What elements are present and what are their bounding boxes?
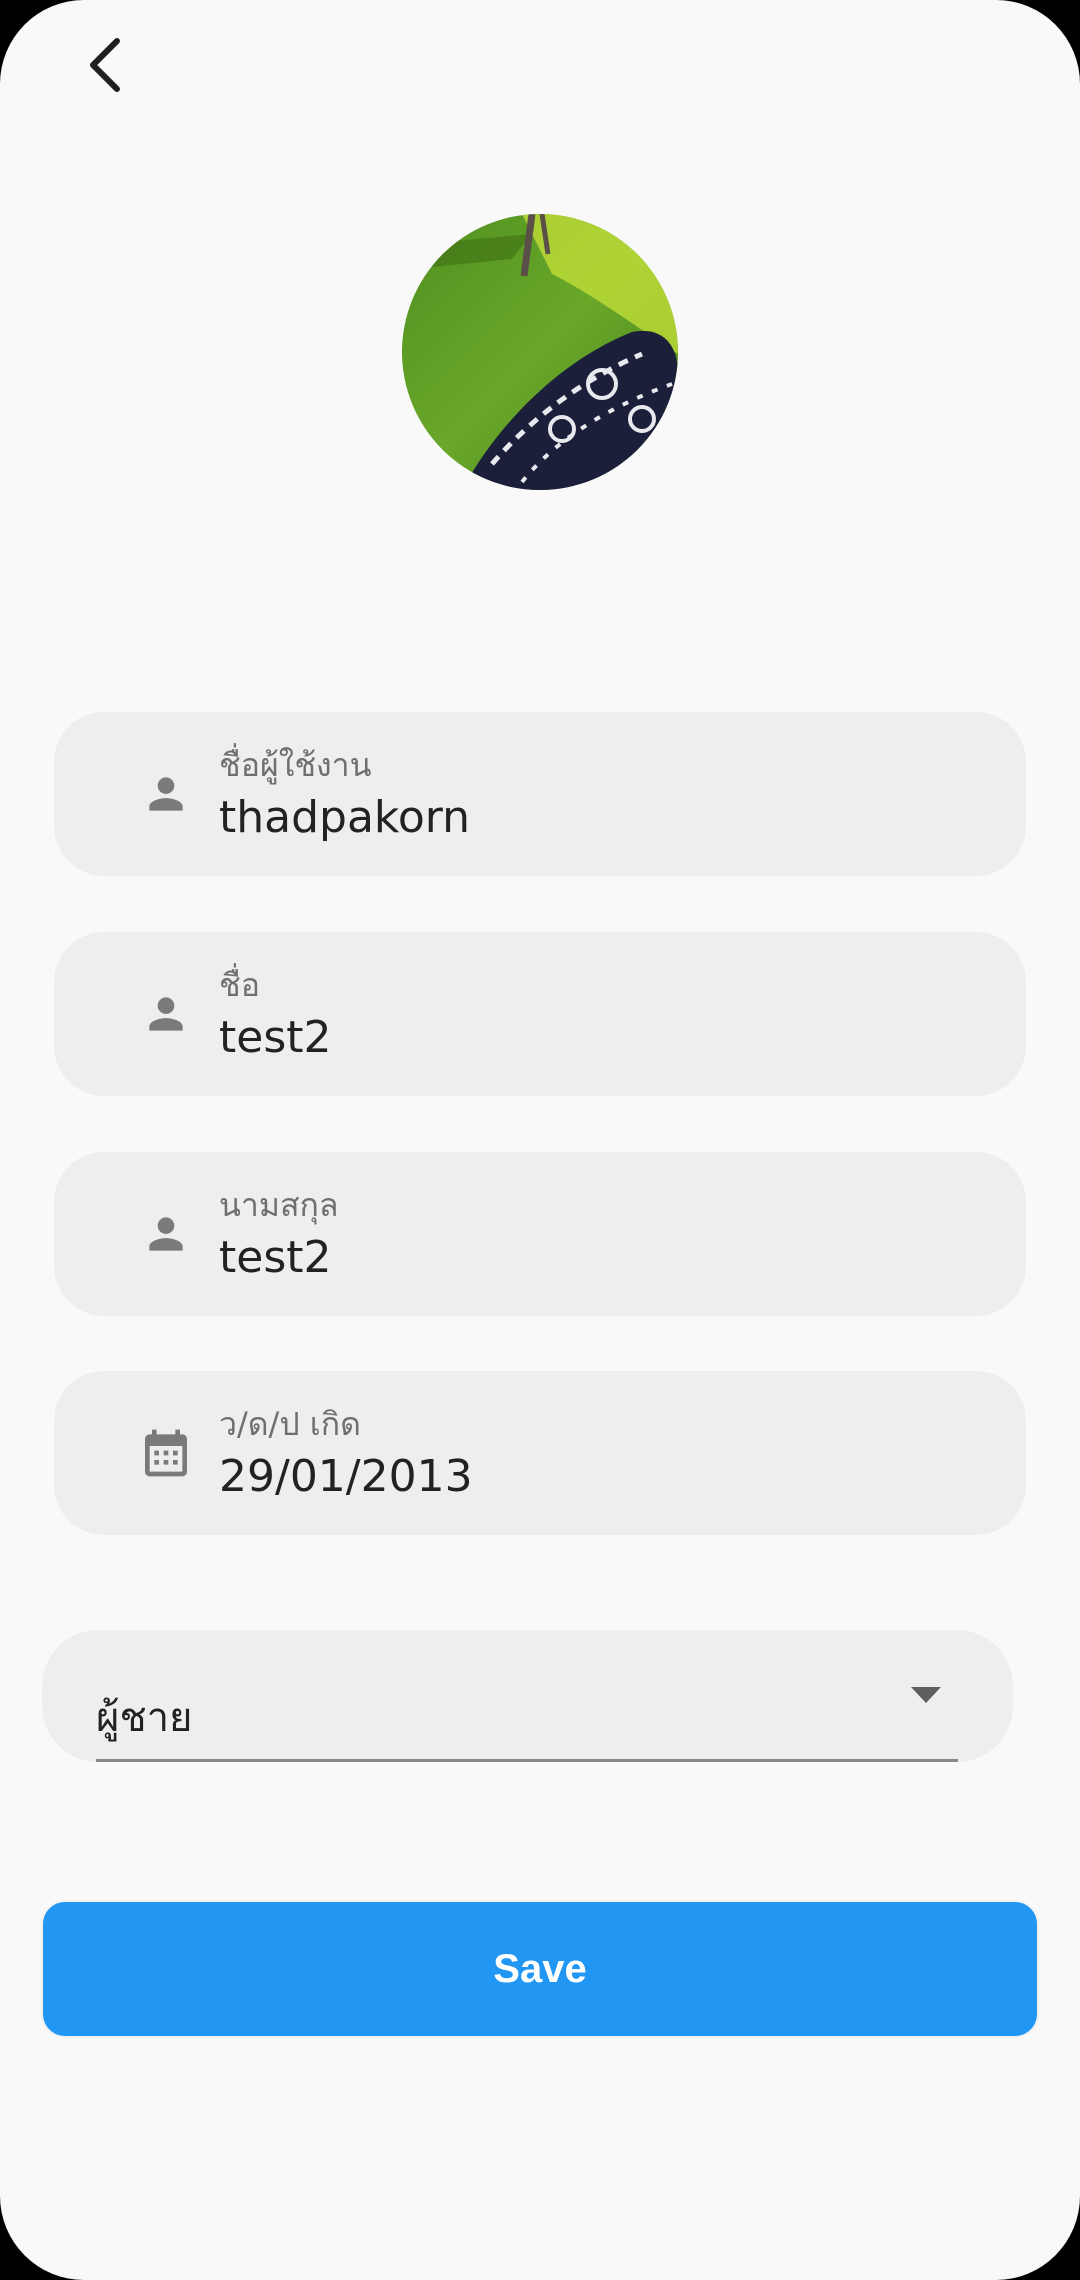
last-name-field[interactable]: นามสกุล test2 [54,1152,1026,1316]
gender-dropdown[interactable]: ผู้ชาย [42,1630,1013,1762]
birthdate-value[interactable]: 29/01/2013 [219,1451,473,1502]
username-value[interactable]: thadpakorn [219,792,470,843]
save-button-label: Save [493,1946,587,1991]
chevron-left-icon [90,38,120,92]
dropdown-underline [96,1759,958,1762]
username-field[interactable]: ชื่อผู้ใช้งาน thadpakorn [54,712,1026,876]
last-name-label: นามสกุล [219,1186,339,1224]
gender-selected-value: ผู้ชาย [96,1695,193,1741]
profile-photo [402,214,678,490]
save-button[interactable]: Save [43,1902,1037,2036]
profile-avatar[interactable] [402,214,678,490]
person-icon [136,984,196,1044]
first-name-label: ชื่อ [219,966,260,1004]
back-button[interactable] [62,22,148,108]
username-label: ชื่อผู้ใช้งาน [219,746,372,784]
dropdown-arrow-icon [906,1680,946,1710]
first-name-value[interactable]: test2 [219,1012,332,1063]
birthdate-field[interactable]: ว/ด/ป เกิด 29/01/2013 [54,1371,1026,1535]
calendar-icon [136,1423,196,1483]
person-icon [136,764,196,824]
birthdate-label: ว/ด/ป เกิด [219,1405,361,1443]
person-icon [136,1204,196,1264]
first-name-field[interactable]: ชื่อ test2 [54,932,1026,1096]
last-name-value[interactable]: test2 [219,1232,332,1283]
edit-profile-screen: ชื่อผู้ใช้งาน thadpakorn ชื่อ test2 นามส… [0,0,1080,2280]
